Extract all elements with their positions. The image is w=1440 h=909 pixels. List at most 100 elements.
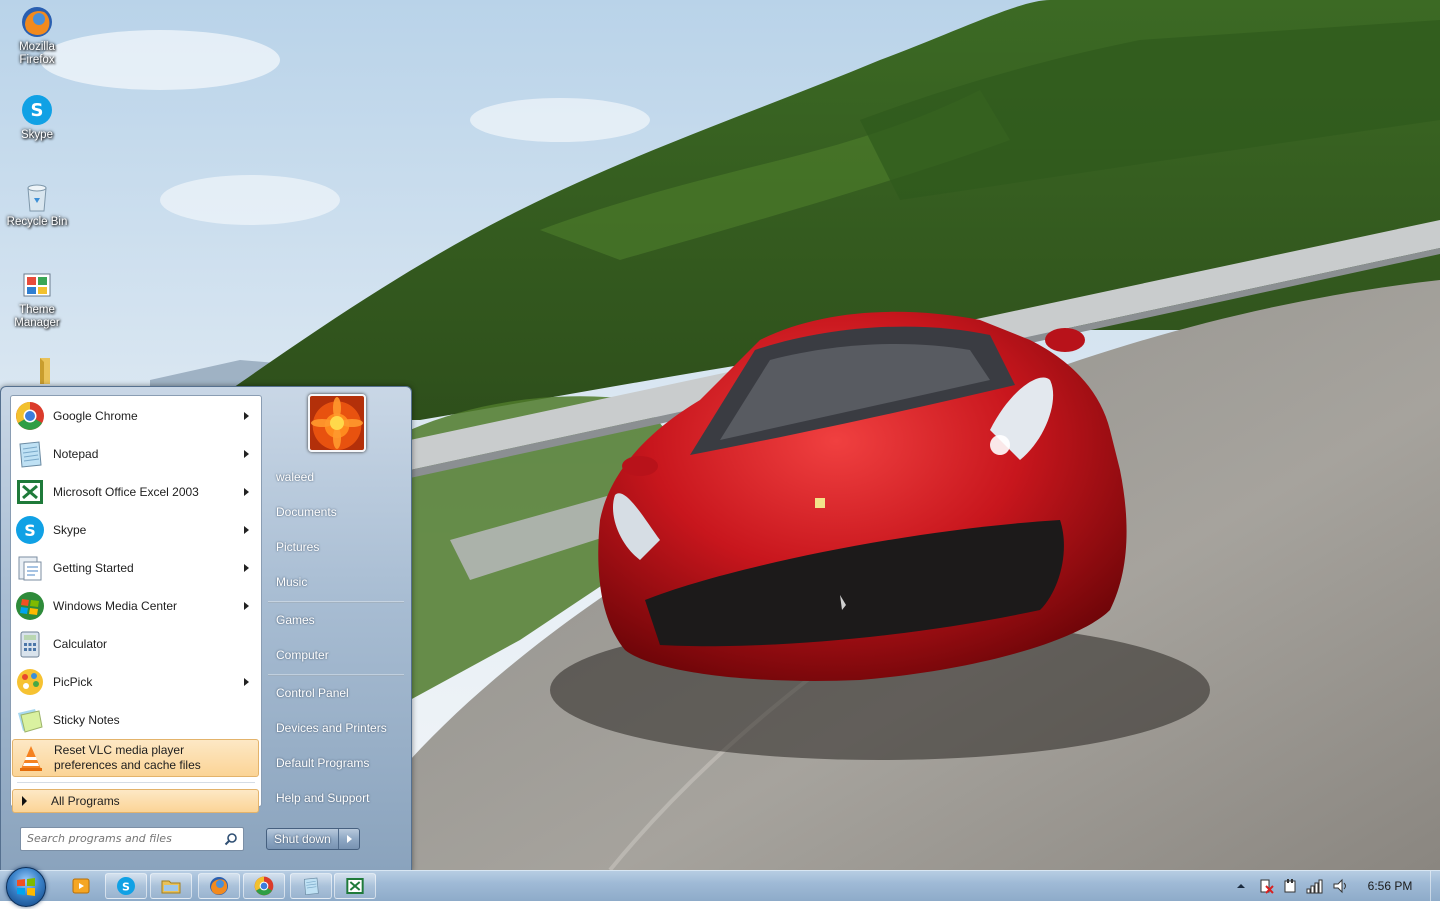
expand-arrow-icon xyxy=(22,796,27,806)
program-label: Skype xyxy=(53,522,87,537)
program-item-getting-started[interactable]: Getting Started xyxy=(12,550,259,586)
desktop-icon-label: Theme Manager xyxy=(14,304,60,329)
program-label: Google Chrome xyxy=(53,408,138,423)
windows-logo-icon xyxy=(17,878,35,896)
music-link[interactable]: Music xyxy=(270,568,404,596)
help-support-link[interactable]: Help and Support xyxy=(270,784,404,812)
taskbar-excel[interactable] xyxy=(334,873,376,899)
vlc-icon xyxy=(16,743,46,773)
program-item-picpick[interactable]: PicPick xyxy=(12,664,259,700)
games-link[interactable]: Games xyxy=(270,606,404,634)
submenu-arrow-icon[interactable] xyxy=(244,678,249,686)
program-item-reset-vlc[interactable]: Reset VLC media player preferences and c… xyxy=(12,739,259,777)
sticky-notes-icon xyxy=(15,705,45,735)
notification-area xyxy=(1234,871,1350,901)
excel-icon xyxy=(15,477,45,507)
submenu-arrow-icon[interactable] xyxy=(244,412,249,420)
separator xyxy=(268,601,404,603)
chrome-icon xyxy=(254,876,274,896)
shutdown-button[interactable]: Shut down xyxy=(266,828,360,850)
show-hidden-icons-icon[interactable] xyxy=(1234,878,1248,894)
program-label: Calculator xyxy=(53,636,108,651)
submenu-arrow-icon[interactable] xyxy=(244,526,249,534)
program-label: Reset VLC media player preferences and c… xyxy=(54,743,201,772)
taskbar-media-player[interactable] xyxy=(60,873,102,899)
action-center-icon[interactable] xyxy=(1258,878,1274,894)
calculator-icon xyxy=(15,629,45,659)
desktop-icon-theme-manager[interactable]: Theme Manager xyxy=(1,268,73,330)
program-item-excel-2003[interactable]: Microsoft Office Excel 2003 xyxy=(12,474,259,510)
pictures-link[interactable]: Pictures xyxy=(270,533,404,561)
control-panel-link[interactable]: Control Panel xyxy=(270,679,404,707)
default-programs-link[interactable]: Default Programs xyxy=(270,749,404,777)
submenu-arrow-icon[interactable] xyxy=(244,602,249,610)
firefox-icon xyxy=(210,877,228,895)
all-programs-label: All Programs xyxy=(51,794,120,808)
excel-icon xyxy=(346,878,364,894)
notepad-icon xyxy=(15,439,45,469)
media-center-icon xyxy=(15,591,45,621)
svg-text:S: S xyxy=(31,100,44,121)
documents-link[interactable]: Documents xyxy=(270,498,404,526)
theme-manager-icon xyxy=(20,268,54,302)
desktop-icon-skype[interactable]: S Skype xyxy=(1,93,73,142)
desktop-icon-label: Recycle Bin xyxy=(6,216,68,228)
shutdown-options-arrow-icon[interactable] xyxy=(338,829,359,849)
start-search-box[interactable] xyxy=(20,827,244,851)
computer-link[interactable]: Computer xyxy=(270,641,404,669)
taskbar-skype[interactable]: S xyxy=(105,873,147,899)
desktop-icon-label: Mozilla Firefox xyxy=(19,41,55,66)
program-label: Getting Started xyxy=(53,560,134,575)
program-label: Sticky Notes xyxy=(53,712,120,727)
network-icon[interactable] xyxy=(1306,878,1324,894)
program-item-google-chrome[interactable]: Google Chrome xyxy=(12,398,259,434)
taskbar-explorer[interactable] xyxy=(150,873,192,899)
separator xyxy=(268,674,404,676)
recycle-bin-icon xyxy=(20,180,54,214)
submenu-arrow-icon[interactable] xyxy=(244,488,249,496)
program-item-calculator[interactable]: Calculator xyxy=(12,626,259,662)
start-menu-programs-pane: Google Chrome Notepad Microsoft Office E… xyxy=(10,395,262,813)
skype-icon: S xyxy=(117,877,135,895)
system-clock[interactable]: 6:56 PM xyxy=(1356,871,1424,901)
program-item-sticky-notes[interactable]: Sticky Notes xyxy=(12,702,259,738)
desktop-icon-folder[interactable] xyxy=(1,354,73,390)
search-input[interactable] xyxy=(21,828,217,848)
taskbar: S 6:56 PM xyxy=(0,867,1440,907)
user-folder-link[interactable]: waleed xyxy=(270,463,404,491)
devices-printers-link[interactable]: Devices and Printers xyxy=(270,714,404,742)
program-item-skype[interactable]: S Skype xyxy=(12,512,259,548)
separator xyxy=(17,782,255,783)
getting-started-icon xyxy=(15,553,45,583)
taskbar-chrome[interactable] xyxy=(243,873,285,899)
explorer-icon xyxy=(161,880,181,894)
program-label: Microsoft Office Excel 2003 xyxy=(53,484,199,499)
program-item-notepad[interactable]: Notepad xyxy=(12,436,259,472)
desktop-icon-recycle-bin[interactable]: Recycle Bin xyxy=(1,180,73,229)
power-icon[interactable] xyxy=(1282,878,1298,894)
program-label: PicPick xyxy=(53,674,93,689)
program-item-windows-media-center[interactable]: Windows Media Center xyxy=(12,588,259,624)
desktop-icon-label: Skype xyxy=(21,129,53,141)
taskbar-firefox[interactable] xyxy=(198,873,240,899)
skype-icon: S xyxy=(20,93,54,127)
skype-icon: S xyxy=(15,515,45,545)
submenu-arrow-icon[interactable] xyxy=(244,564,249,572)
notepad-icon xyxy=(303,877,319,896)
picpick-icon xyxy=(15,667,45,697)
show-desktop-button[interactable] xyxy=(1430,871,1440,901)
shutdown-label: Shut down xyxy=(274,832,331,846)
volume-icon[interactable] xyxy=(1332,878,1350,894)
taskbar-notepad[interactable] xyxy=(290,873,332,899)
start-button[interactable] xyxy=(6,867,46,907)
program-label: Notepad xyxy=(53,446,99,461)
submenu-arrow-icon[interactable] xyxy=(244,450,249,458)
all-programs-button[interactable]: All Programs xyxy=(12,789,259,813)
media-player-icon xyxy=(72,878,90,894)
svg-text:S: S xyxy=(122,881,130,894)
svg-text:S: S xyxy=(24,521,36,540)
search-icon[interactable] xyxy=(224,832,238,846)
desktop-icon-firefox[interactable]: Mozilla Firefox xyxy=(1,5,73,67)
user-avatar[interactable] xyxy=(308,394,366,452)
folder-icon xyxy=(20,354,54,388)
